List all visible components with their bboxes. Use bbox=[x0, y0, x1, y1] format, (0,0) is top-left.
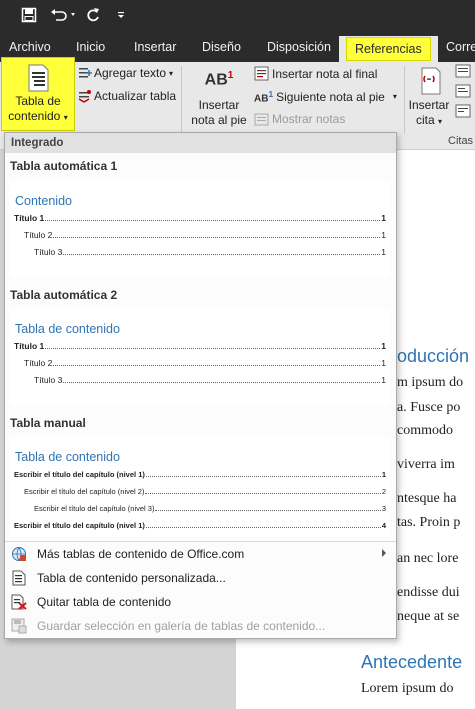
preview-entry: Título 11 bbox=[14, 341, 386, 351]
doc-line: a. Fusce po bbox=[397, 400, 461, 415]
insert-citation-button[interactable]: Insertar cita ▾ bbox=[406, 66, 452, 129]
preview-entry: Escribir el título del capítulo (nivel 1… bbox=[14, 470, 386, 479]
submenu-arrow-icon bbox=[382, 549, 386, 557]
toc-dropdown: Integrado Tabla automática 1 Contenido T… bbox=[4, 132, 397, 639]
tab-disposicion[interactable]: Disposición bbox=[267, 32, 331, 62]
toc-page-icon bbox=[5, 570, 33, 586]
next-footnote-icon: AB1 bbox=[254, 89, 274, 105]
preview-entry: Título 11 bbox=[14, 213, 386, 223]
menu-save-selection-gallery[interactable]: Guardar selección en galería de tablas d… bbox=[5, 615, 396, 637]
insert-citation-line2: cita ▾ bbox=[415, 113, 443, 127]
citation-icon bbox=[421, 67, 441, 95]
tab-insertar[interactable]: Insertar bbox=[134, 32, 176, 62]
template-title: Tabla automática 2 bbox=[10, 288, 118, 302]
tab-referencias[interactable]: Referencias bbox=[339, 36, 438, 62]
toc-icon bbox=[28, 64, 49, 92]
show-notes-label: Mostrar notas bbox=[272, 112, 346, 126]
doc-line: commodo bbox=[397, 423, 453, 438]
preview-entry: Escribir el título del capítulo (nivel 2… bbox=[24, 487, 386, 496]
title-bar bbox=[0, 0, 475, 32]
insert-footnote-line2: nota al pie bbox=[191, 113, 247, 127]
toc-template-automatic-1[interactable]: Contenido Título 11 Título 21 Título 31 bbox=[10, 180, 390, 277]
save-gallery-icon bbox=[5, 618, 33, 634]
toc-button-line1: Tabla de bbox=[15, 94, 61, 108]
bibliography-icon[interactable] bbox=[455, 104, 471, 118]
tab-correspondencia[interactable]: Corre bbox=[446, 32, 475, 62]
preview-entry: Título 31 bbox=[34, 247, 386, 257]
show-notes-icon bbox=[254, 113, 269, 125]
undo-icon[interactable] bbox=[48, 4, 78, 26]
preview-entry: Escribir el título del capítulo (nivel 3… bbox=[34, 504, 386, 513]
menu-more-toc-office[interactable]: Más tablas de contenido de Office.com bbox=[5, 543, 396, 565]
doc-heading-introduccion: oducción bbox=[397, 346, 470, 366]
show-notes-button[interactable]: Mostrar notas bbox=[254, 112, 345, 126]
group-separator bbox=[181, 66, 182, 134]
style-icon[interactable] bbox=[455, 84, 471, 98]
toc-button[interactable]: Tabla de contenido ▾ bbox=[1, 57, 75, 131]
preview-title: Tabla de contenido bbox=[15, 322, 120, 336]
customize-qat-icon[interactable] bbox=[114, 4, 128, 26]
doc-line: m ipsum do bbox=[397, 375, 464, 390]
endnote-icon bbox=[254, 66, 269, 81]
footnote-icon: AB1 bbox=[204, 70, 234, 89]
menu-custom-toc[interactable]: Tabla de contenido personalizada... bbox=[5, 567, 396, 589]
doc-line: viverra im bbox=[397, 457, 455, 472]
insert-endnote-label: Insertar nota al final bbox=[272, 66, 378, 81]
preview-entry: Escribir el título del capítulo (nivel 1… bbox=[14, 521, 386, 530]
toc-template-automatic-2[interactable]: Tabla de contenido Título 11 Título 21 T… bbox=[10, 308, 390, 405]
template-title: Tabla automática 1 bbox=[10, 159, 118, 173]
insert-citation-line1: Insertar bbox=[408, 98, 450, 112]
doc-line: neque at se bbox=[397, 609, 460, 624]
update-table-button[interactable]: Actualizar tabla bbox=[78, 89, 176, 103]
save-icon[interactable] bbox=[18, 4, 40, 26]
tab-referencias-label: Referencias bbox=[346, 37, 431, 61]
preview-title: Tabla de contenido bbox=[15, 450, 120, 464]
preview-entry: Título 21 bbox=[24, 358, 386, 368]
next-footnote-dropdown-icon: ▾ bbox=[392, 92, 397, 102]
section-header-integrado: Integrado bbox=[5, 133, 396, 153]
tab-diseno[interactable]: Diseño bbox=[202, 32, 241, 62]
template-title: Tabla manual bbox=[10, 416, 86, 430]
insert-footnote-button[interactable]: AB1 Insertar nota al pie bbox=[186, 66, 252, 128]
group-separator-2 bbox=[404, 66, 405, 134]
manage-sources-icon[interactable] bbox=[455, 64, 471, 78]
insert-footnote-line1: Insertar bbox=[198, 98, 240, 112]
menu-label: Tabla de contenido personalizada... bbox=[37, 571, 226, 585]
doc-line: endisse dui bbox=[397, 585, 460, 600]
preview-title: Contenido bbox=[15, 194, 72, 208]
add-text-icon bbox=[79, 68, 92, 78]
doc-heading-antecedentes: Antecedente bbox=[361, 652, 463, 672]
redo-icon[interactable] bbox=[84, 4, 102, 26]
doc-line: Lorem ipsum do bbox=[361, 681, 454, 696]
menu-remove-toc[interactable]: Quitar tabla de contenido bbox=[5, 591, 396, 613]
menu-label: Más tablas de contenido de Office.com bbox=[37, 547, 245, 561]
next-footnote-button[interactable]: AB1 Siguiente nota al pie ▾ bbox=[254, 89, 397, 104]
doc-line: tas. Proin p bbox=[397, 515, 461, 530]
menu-label: Quitar tabla de contenido bbox=[37, 595, 172, 609]
preview-entry: Título 21 bbox=[24, 230, 386, 240]
next-footnote-label: Siguiente nota al pie bbox=[276, 89, 385, 104]
update-table-label: Actualizar tabla bbox=[94, 89, 177, 103]
tab-inicio[interactable]: Inicio bbox=[76, 32, 105, 62]
doc-line: an nec lore bbox=[397, 551, 459, 566]
toc-button-line2: contenido ▾ bbox=[8, 109, 68, 123]
remove-toc-icon bbox=[5, 594, 33, 610]
doc-line: ntesque ha bbox=[397, 491, 457, 506]
update-table-icon bbox=[78, 90, 91, 103]
menu-label: Guardar selección en galería de tablas d… bbox=[37, 619, 326, 633]
add-text-dropdown-icon: ▾ bbox=[169, 68, 174, 78]
insert-endnote-button[interactable]: Insertar nota al final bbox=[254, 66, 377, 81]
citations-group-label: Citas bbox=[448, 135, 474, 147]
add-text-button[interactable]: Agregar texto ▾ bbox=[78, 66, 173, 80]
menu-separator bbox=[5, 541, 396, 542]
office-globe-icon bbox=[5, 546, 33, 562]
add-text-label: Agregar texto bbox=[94, 66, 167, 80]
preview-entry: Título 31 bbox=[34, 375, 386, 385]
toc-template-manual[interactable]: Tabla de contenido Escribir el título de… bbox=[10, 436, 390, 536]
